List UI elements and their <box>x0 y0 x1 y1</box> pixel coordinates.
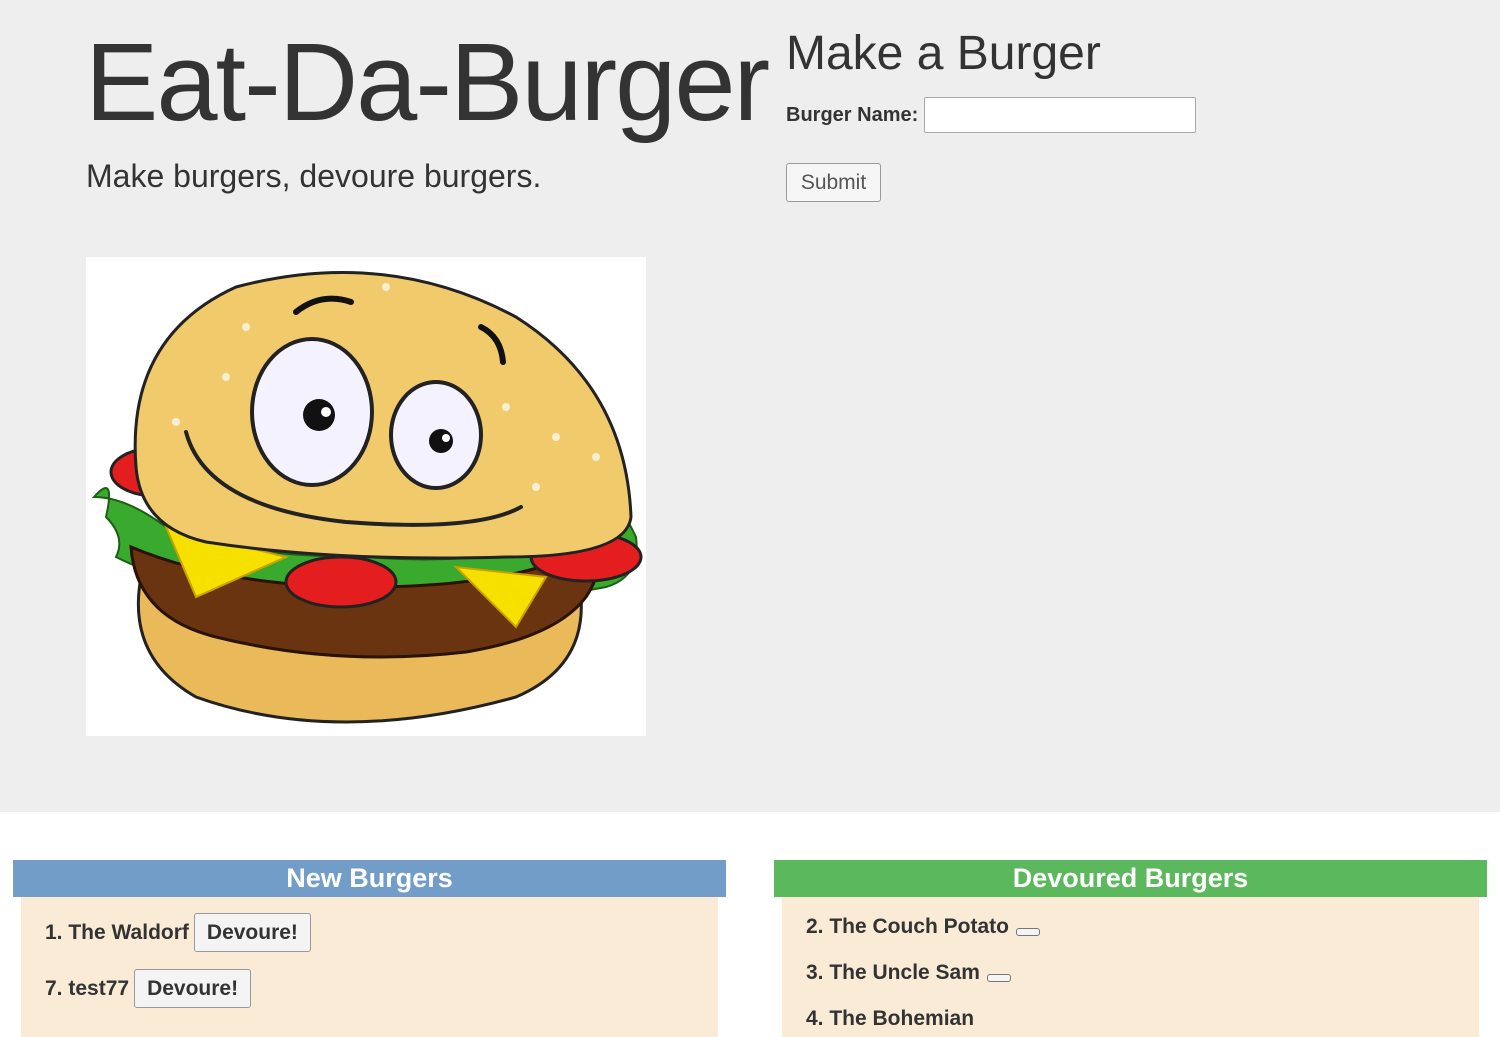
burger-name-label: Burger Name: <box>786 103 919 126</box>
burger-name-input[interactable] <box>924 97 1197 133</box>
list-item: 4. The Bohemian <box>806 1007 974 1031</box>
list-item: 7. test77 Devoure! <box>45 969 252 1008</box>
cartoon-burger-icon <box>86 257 646 736</box>
devoured-burgers-list: 2. The Couch Potato 3. The Uncle Sam 4. … <box>782 897 1479 1037</box>
submit-button[interactable]: Submit <box>786 163 881 202</box>
new-burgers-heading: New Burgers <box>13 860 726 897</box>
empty-button[interactable] <box>1016 928 1041 936</box>
burger-label: 4. The Bohemian <box>806 1007 975 1030</box>
burger-label: 3. The Uncle Sam <box>806 961 980 984</box>
devour-button[interactable]: Devoure! <box>193 913 311 952</box>
devoured-burgers-panel: Devoured Burgers 2. The Couch Potato 3. … <box>774 860 1487 1037</box>
burger-name-row: Burger Name: <box>786 95 1197 135</box>
list-item: 1. The Waldorf Devoure! <box>45 913 311 952</box>
burger-label: 2. The Couch Potato <box>806 915 1010 938</box>
jumbotron: Eat-Da-Burger Make burgers, devoure burg… <box>0 0 1500 812</box>
burger-label: 1. The Waldorf <box>45 920 189 944</box>
list-item: 3. The Uncle Sam <box>806 961 1011 985</box>
form-title: Make a Burger <box>786 27 1101 80</box>
devoured-burgers-heading: Devoured Burgers <box>774 860 1487 897</box>
site-title: Eat-Da-Burger <box>85 21 770 144</box>
empty-button[interactable] <box>986 974 1011 982</box>
list-item: 2. The Couch Potato <box>806 915 1041 939</box>
new-burgers-list: 1. The Waldorf Devoure! 7. test77 Devour… <box>21 897 718 1037</box>
new-burgers-panel: New Burgers 1. The Waldorf Devoure! 7. t… <box>13 860 726 1037</box>
burger-label: 7. test77 <box>45 976 130 1000</box>
devour-button[interactable]: Devoure! <box>134 969 252 1008</box>
tagline: Make burgers, devoure burgers. <box>86 158 542 194</box>
